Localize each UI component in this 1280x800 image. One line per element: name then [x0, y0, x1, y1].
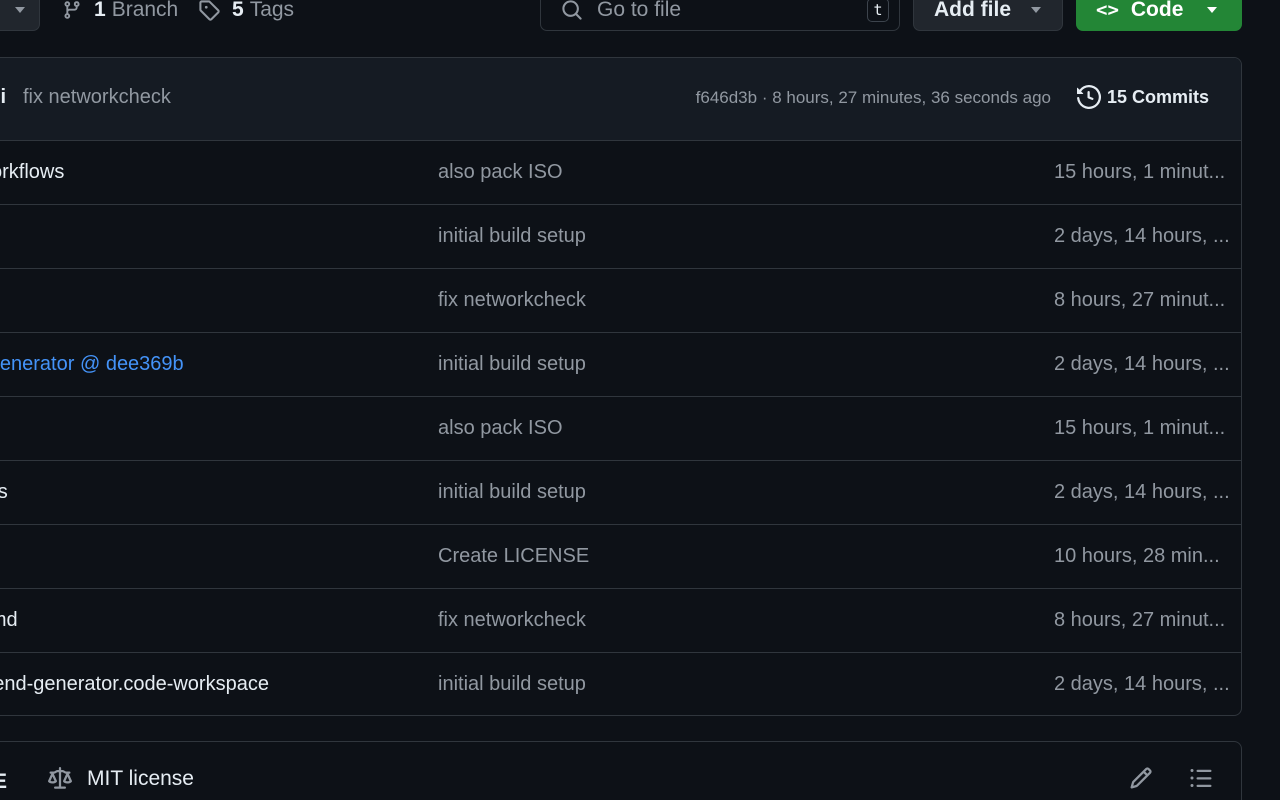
file-commit-message[interactable]: fix networkcheck — [438, 289, 586, 312]
file-commit-date: 2 days, 14 hours, ... — [1054, 225, 1230, 247]
commits-label: 15 Commits — [1106, 86, 1209, 107]
file-commit-message[interactable]: initial build setup — [438, 353, 586, 376]
file-commit-message[interactable]: initial build setup — [438, 673, 586, 696]
tags-link[interactable]: 5 Tags — [198, 0, 294, 24]
file-row[interactable]: /workflows also pack ISO 15 hours, 1 min… — [0, 141, 1241, 205]
table-of-contents-icon[interactable] — [1189, 766, 1213, 795]
repo-page: 1 Branch 5 Tags Go to file t Add file <>… — [0, 0, 1280, 800]
file-commit-date: 8 hours, 27 minut... — [1054, 289, 1226, 311]
go-to-file-input[interactable]: Go to file t — [540, 0, 900, 31]
readme-tab[interactable]: E — [0, 770, 7, 794]
file-table: ii fix networkcheck f646d3b · 8 hours, 2… — [0, 57, 1242, 716]
file-commit-message[interactable]: also pack ISO — [438, 417, 563, 440]
file-row[interactable]: initial build setup 2 days, 14 hours, ..… — [0, 205, 1241, 269]
history-icon — [1076, 85, 1101, 109]
commit-hash-time[interactable]: f646d3b · 8 hours, 27 minutes, 36 second… — [696, 88, 1051, 108]
file-row[interactable]: re also pack ISO 15 hours, 1 minut... — [0, 397, 1241, 461]
file-commit-date: 10 hours, 28 min... — [1054, 545, 1220, 567]
file-commit-date: 8 hours, 27 minut... — [1054, 609, 1226, 631]
tag-icon — [199, 0, 220, 21]
file-row[interactable]: tor fix networkcheck 8 hours, 27 minut..… — [0, 269, 1241, 333]
commit-message[interactable]: fix networkcheck — [23, 86, 171, 109]
file-commit-date: 15 hours, 1 minut... — [1054, 161, 1226, 183]
chevron-down-icon — [1207, 6, 1218, 13]
submodule-link[interactable]: d-generator @ dee369b — [0, 353, 184, 376]
code-label: Code — [1130, 0, 1184, 21]
license-tab[interactable]: MIT license — [47, 767, 194, 791]
tags-count: 5 — [232, 0, 244, 21]
file-name[interactable]: ules — [0, 481, 8, 504]
file-commit-message[interactable]: Create LICENSE — [438, 545, 589, 568]
branches-label: Branch — [111, 0, 179, 21]
add-file-label: Add file — [934, 0, 1011, 21]
law-icon — [48, 767, 72, 789]
file-row[interactable]: ules initial build setup 2 days, 14 hour… — [0, 461, 1241, 525]
search-icon — [562, 0, 582, 20]
add-file-button[interactable]: Add file — [913, 0, 1063, 31]
file-commit-message[interactable]: initial build setup — [438, 481, 586, 504]
edit-icon[interactable] — [1129, 766, 1153, 795]
shortcut-key: t — [867, 0, 889, 22]
file-commit-date: 2 days, 14 hours, ... — [1054, 673, 1230, 695]
file-commit-message[interactable]: initial build setup — [438, 225, 586, 248]
code-icon: <> — [1096, 0, 1119, 21]
search-placeholder: Go to file — [597, 0, 682, 21]
license-label: MIT license — [87, 767, 194, 790]
file-commit-message[interactable]: fix networkcheck — [438, 609, 586, 632]
readme-panel: E MIT license — [0, 741, 1242, 800]
file-name[interactable]: attend-generator.code-workspace — [0, 673, 269, 696]
latest-commit-bar: ii fix networkcheck f646d3b · 8 hours, 2… — [0, 58, 1241, 141]
file-row[interactable]: attend-generator.code-workspace initial … — [0, 653, 1241, 715]
commits-link[interactable]: 15 Commits — [1076, 85, 1209, 109]
branch-select-button[interactable] — [0, 0, 40, 31]
file-row[interactable]: E Create LICENSE 10 hours, 28 min... — [0, 525, 1241, 589]
file-commit-date: 2 days, 14 hours, ... — [1054, 353, 1230, 375]
branches-link[interactable]: 1 Branch — [62, 0, 178, 24]
file-commit-message[interactable]: also pack ISO — [438, 161, 563, 184]
commit-author[interactable]: ii — [0, 86, 6, 109]
branches-count: 1 — [94, 0, 106, 21]
file-commit-date: 2 days, 14 hours, ... — [1054, 481, 1230, 503]
chevron-down-icon — [1031, 6, 1041, 13]
file-name[interactable]: E.md — [0, 609, 18, 632]
file-name[interactable]: /workflows — [0, 161, 64, 184]
branch-icon — [64, 1, 80, 19]
code-button[interactable]: <> Code — [1076, 0, 1242, 31]
file-commit-date: 15 hours, 1 minut... — [1054, 417, 1226, 439]
file-row[interactable]: E.md fix networkcheck 8 hours, 27 minut.… — [0, 589, 1241, 653]
tags-label: Tags — [249, 0, 295, 21]
chevron-down-icon — [15, 7, 25, 13]
file-row[interactable]: d-generator @ dee369b initial build setu… — [0, 333, 1241, 397]
